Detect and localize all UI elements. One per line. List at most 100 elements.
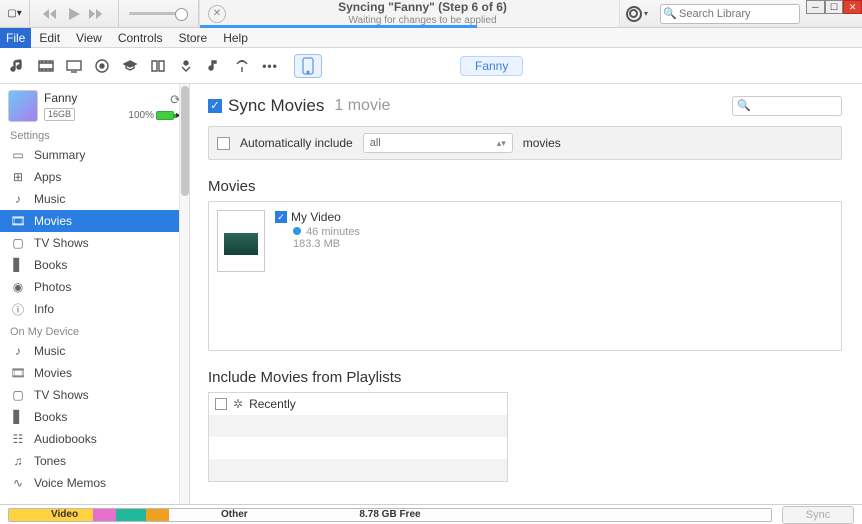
sidebar-item-tvshows[interactable]: ▢TV Shows [0,232,189,254]
itunesu-tab-icon[interactable] [120,56,140,76]
sharing-tab-icon[interactable] [232,56,252,76]
apps-icon: ⊞ [10,169,26,185]
menu-edit[interactable]: Edit [31,28,68,48]
search-icon: 🔍 [663,7,677,20]
tones-tab-icon[interactable] [204,56,224,76]
sidebar-device-tvshows[interactable]: ▢TV Shows [0,384,189,406]
device-thumbnail-icon [8,90,38,122]
search-library-input[interactable] [660,4,800,24]
auto-include-checkbox[interactable] [217,137,230,150]
mini-player-dropdown[interactable]: ▢▾ [0,0,30,27]
unwatched-dot-icon [293,227,301,235]
books-icon: ▋ [10,257,26,273]
audiobooks-icon: ☷ [10,431,26,447]
next-track-icon[interactable] [88,7,106,21]
sync-movies-checkbox[interactable] [208,99,222,113]
media-toolbar: ••• Fanny [0,48,862,84]
movies-icon: 🎞 [10,365,26,381]
usage-free-label: 8.78 GB Free [359,509,420,520]
auto-include-suffix: movies [523,136,561,150]
sidebar: Fanny 16GB ⟳ 100%▸ Settings ▭Summary ⊞Ap… [0,84,190,504]
sidebar-device-books[interactable]: ▋Books [0,406,189,428]
menu-bar: File Edit View Controls Store Help [0,28,862,48]
search-library[interactable]: 🔍 [660,4,800,24]
tv-tab-icon[interactable] [64,56,84,76]
movies-search[interactable]: 🔍 [732,96,842,116]
usage-apps-segment [116,509,146,521]
movies-section-title: Movies [208,178,842,195]
books-tab-icon[interactable] [148,56,168,76]
sync-status: ✕ Syncing "Fanny" (Step 6 of 6) Waiting … [199,0,620,27]
tv-icon: ▢ [10,235,26,251]
auto-include-select[interactable]: all▴▾ [363,133,513,153]
tv-icon: ▢ [10,387,26,403]
sidebar-item-books[interactable]: ▋Books [0,254,189,276]
menu-view[interactable]: View [68,28,110,48]
sidebar-item-info[interactable]: ⓘInfo [0,298,189,320]
sidebar-item-movies[interactable]: 🎞Movies [0,210,189,232]
battery-icon [156,111,174,120]
apps-tab-icon[interactable] [176,56,196,76]
device-capacity: 16GB [44,108,75,121]
playlists-list: ✲ Recently [208,392,508,482]
movie-size: 183.3 MB [293,238,360,250]
movie-thumbnail [217,210,265,272]
menu-controls[interactable]: Controls [110,28,171,48]
window-maximize-button[interactable]: ☐ [825,0,844,14]
bottom-bar: Video Other 8.78 GB Free Sync [0,504,862,524]
movie-checkbox[interactable] [275,211,287,223]
movie-duration: 46 minutes [306,226,360,238]
main-panel: Sync Movies 1 movie 🔍 Automatically incl… [190,84,862,504]
movies-list: My Video 46 minutes 183.3 MB [208,201,842,351]
sidebar-device-audiobooks[interactable]: ☷Audiobooks [0,428,189,450]
sidebar-item-apps[interactable]: ⊞Apps [0,166,189,188]
usage-photos-segment [93,509,116,521]
volume-slider[interactable] [119,0,199,27]
menu-store[interactable]: Store [171,28,216,48]
music-tab-icon[interactable] [8,56,28,76]
sidebar-device-tones[interactable]: ♫Tones [0,450,189,472]
cancel-sync-button[interactable]: ✕ [208,5,226,23]
playlist-item[interactable]: ✲ Recently [209,393,507,415]
movie-name: My Video [291,210,341,224]
prev-track-icon[interactable] [42,7,60,21]
sidebar-item-summary[interactable]: ▭Summary [0,144,189,166]
battery-percent: 100% [128,110,154,121]
device-button[interactable] [294,54,322,78]
sidebar-device-header[interactable]: Fanny 16GB ⟳ 100%▸ [0,84,189,124]
sync-button[interactable]: Sync [782,506,854,524]
account-button[interactable]: ▾ [620,0,654,27]
status-subtitle: Waiting for changes to be applied [226,15,619,26]
more-tabs-button[interactable]: ••• [260,56,280,76]
sidebar-scrollbar[interactable] [179,84,189,504]
search-icon: 🔍 [737,99,751,112]
usage-other-label: Other [221,509,248,520]
summary-icon: ▭ [10,147,26,163]
podcasts-tab-icon[interactable] [92,56,112,76]
playlist-checkbox[interactable] [215,398,227,410]
music-icon: ♪ [10,343,26,359]
sidebar-item-photos[interactable]: ◉Photos [0,276,189,298]
device-name-pill[interactable]: Fanny [460,56,523,76]
sidebar-item-music[interactable]: ♪Music [0,188,189,210]
menu-file[interactable]: File [0,28,31,48]
window-close-button[interactable]: ✕ [843,0,862,14]
storage-usage-bar: Video Other 8.78 GB Free [8,508,772,522]
window-minimize-button[interactable]: ─ [806,0,825,14]
info-icon: ⓘ [10,301,26,317]
menu-help[interactable]: Help [215,28,256,48]
chevron-updown-icon: ▴▾ [497,138,506,149]
voicememos-icon: ∿ [10,475,26,491]
sidebar-device-movies[interactable]: 🎞Movies [0,362,189,384]
play-icon[interactable] [66,6,82,22]
sync-movies-label: Sync Movies [228,96,324,116]
usage-free-segment [169,509,771,521]
usage-video-label: Video [51,509,78,520]
title-bar: ▢▾ ✕ Syncing "Fanny" (Step 6 of 6) Waiti… [0,0,862,28]
tones-icon: ♫ [10,453,26,469]
usage-other-segment [146,509,169,521]
sidebar-device-music[interactable]: ♪Music [0,340,189,362]
movie-item[interactable]: My Video 46 minutes 183.3 MB [217,210,833,272]
movies-tab-icon[interactable] [36,56,56,76]
sidebar-device-voicememos[interactable]: ∿Voice Memos [0,472,189,494]
